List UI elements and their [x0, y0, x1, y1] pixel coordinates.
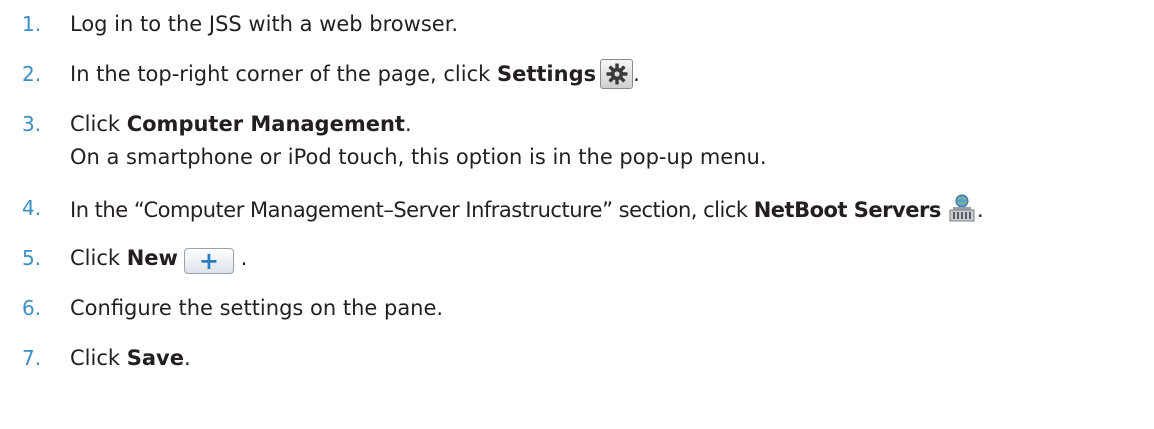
- step-text: Configure the settings on the pane.: [70, 296, 444, 320]
- instruction-steps: 1. Log in to the JSS with a web browser.…: [0, 0, 1154, 429]
- step-text: Click Save.: [70, 343, 191, 373]
- netboot-server-icon[interactable]: [947, 193, 977, 231]
- step-number: 3.: [22, 112, 42, 136]
- settings-label: Settings: [496, 62, 597, 86]
- step-number: 1.: [22, 12, 42, 36]
- step-text-post: .: [404, 112, 412, 136]
- step-text-post: .: [977, 198, 984, 222]
- netboot-servers-label: NetBoot Servers: [753, 198, 942, 222]
- step-text: Log in to the JSS with a web browser.: [70, 12, 459, 36]
- step-text-pre: Click: [70, 112, 127, 136]
- step-text: In the “Computer Management–Server Infra…: [70, 193, 984, 231]
- computer-management-label: Computer Management: [126, 112, 405, 136]
- step-text-post: .: [240, 246, 248, 270]
- step-text: In the top-right corner of the page, cli…: [70, 59, 640, 89]
- step-text-pre: Click: [70, 346, 127, 370]
- gear-icon[interactable]: [600, 59, 634, 89]
- step-text-pre: In the “Computer Management–Server Infra…: [70, 198, 754, 222]
- step-number: 5.: [22, 246, 42, 270]
- step-text-pre: In the top-right corner of the page, cli…: [70, 62, 497, 86]
- step-text: Click New + .: [70, 243, 247, 274]
- step-number: 2.: [22, 62, 42, 86]
- step-number: 4.: [22, 196, 42, 220]
- plus-icon: +: [198, 247, 219, 275]
- new-button[interactable]: +: [183, 247, 234, 275]
- step-number: 7.: [22, 346, 42, 370]
- step-number: 6.: [22, 296, 42, 320]
- step-text-post: .: [183, 346, 191, 370]
- step-text-pre: Click: [70, 246, 127, 270]
- step-text-post: .: [633, 62, 640, 86]
- save-label: Save: [126, 346, 184, 370]
- step-3-note: On a smartphone or iPod touch, this opti…: [70, 145, 767, 169]
- step-text: Click Computer Management.: [70, 109, 412, 139]
- new-label: New: [126, 246, 178, 270]
